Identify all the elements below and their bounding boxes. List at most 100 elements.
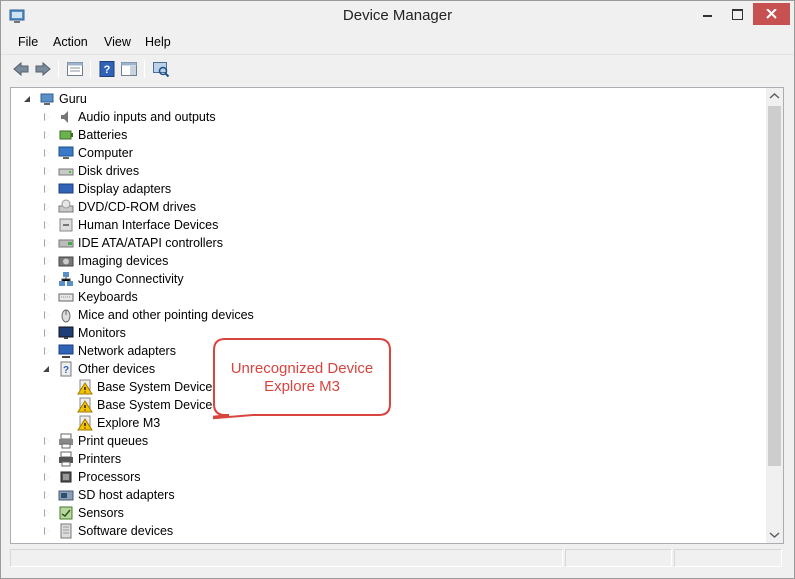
expand-chevron-icon[interactable]: [42, 256, 52, 266]
expand-chevron-icon[interactable]: [42, 454, 52, 464]
processor-icon: [60, 471, 72, 483]
help-icon[interactable]: ?: [98, 60, 116, 78]
tree-category-item[interactable]: IDE ATA/ATAPI controllers: [42, 234, 223, 252]
tree-item-label: Audio inputs and outputs: [78, 110, 216, 124]
scroll-down-icon[interactable]: [766, 526, 783, 543]
tree-category-item[interactable]: Print queues: [42, 432, 148, 450]
expand-chevron-icon[interactable]: [42, 490, 52, 500]
scan-hardware-icon[interactable]: [152, 60, 170, 78]
tree-category-item[interactable]: Processors: [42, 468, 141, 486]
tree-root-label: Guru: [59, 92, 87, 106]
computer-icon: [58, 146, 74, 159]
tree-item-label: Printers: [78, 452, 122, 466]
tree-item-label: Processors: [78, 470, 141, 484]
back-arrow-icon[interactable]: [12, 60, 30, 78]
vertical-scrollbar[interactable]: [766, 88, 783, 543]
tree-category-item[interactable]: Audio inputs and outputs: [42, 108, 216, 126]
tree-item-label: Software devices: [78, 524, 174, 538]
battery-icon: [59, 130, 73, 140]
tree-category-item[interactable]: Monitors: [42, 324, 126, 342]
expand-chevron-icon[interactable]: [42, 436, 52, 446]
menu-action[interactable]: Action: [53, 35, 88, 49]
menu-bar: File Action View Help: [1, 32, 794, 52]
tree-item-label: Mice and other pointing devices: [78, 308, 254, 322]
tree-item-label: Batteries: [78, 128, 128, 142]
expand-chevron-icon[interactable]: [42, 274, 52, 284]
forward-arrow-icon[interactable]: [34, 60, 52, 78]
device-tree[interactable]: Guru Audio inputs and outputs Batteries Com…: [10, 87, 784, 544]
keyboard-icon: [58, 293, 74, 302]
scrollbar-thumb[interactable]: [768, 106, 781, 466]
svg-text:?: ?: [104, 64, 111, 76]
warning-icon: [77, 415, 93, 431]
expand-chevron-icon[interactable]: [42, 166, 52, 176]
expand-chevron-icon[interactable]: [42, 238, 52, 248]
tree-item-label: Computer: [78, 146, 133, 160]
tree-category-item[interactable]: ? Other devices: [42, 360, 155, 378]
network-adapter-icon: [58, 344, 74, 358]
expand-chevron-icon[interactable]: [42, 292, 52, 302]
expand-chevron-icon[interactable]: [42, 472, 52, 482]
tree-category-item[interactable]: Network adapters: [42, 342, 176, 360]
tree-category-item[interactable]: Mice and other pointing devices: [42, 306, 254, 324]
menu-file[interactable]: File: [18, 35, 38, 49]
tree-category-item[interactable]: Display adapters: [42, 180, 171, 198]
maximize-button[interactable]: [724, 3, 750, 25]
tree-category-item[interactable]: Computer: [42, 144, 133, 162]
warning-icon: [77, 379, 93, 395]
expand-chevron-icon[interactable]: [42, 508, 52, 518]
expand-chevron-icon[interactable]: [42, 220, 52, 230]
window-title: Device Manager: [342, 7, 453, 24]
expand-chevron-icon[interactable]: [42, 112, 52, 122]
tree-category-item[interactable]: SD host adapters: [42, 486, 175, 504]
expand-chevron-icon[interactable]: [42, 184, 52, 194]
tree-device-item-unknown[interactable]: Base System Device: [61, 378, 212, 396]
printer-icon: [59, 451, 73, 467]
tree-category-item[interactable]: DVD/CD-ROM drives: [42, 198, 196, 216]
close-icon: [766, 9, 777, 19]
expand-chevron-icon[interactable]: [42, 202, 52, 212]
hid-icon: [59, 218, 73, 232]
close-button[interactable]: [753, 3, 790, 25]
toolbar-separator: [90, 60, 91, 78]
collapse-chevron-icon[interactable]: [23, 94, 33, 104]
tree-item-label: Other devices: [78, 362, 156, 376]
tree-category-item[interactable]: Keyboards: [42, 288, 138, 306]
tree-device-item-unknown[interactable]: Explore M3: [61, 414, 160, 432]
expand-chevron-icon[interactable]: [42, 310, 52, 320]
scroll-up-icon[interactable]: [766, 88, 783, 105]
expand-chevron-icon[interactable]: [42, 148, 52, 158]
tree-item-label: Disk drives: [78, 164, 140, 178]
tree-device-item-unknown[interactable]: Base System Device: [61, 396, 212, 414]
warning-icon: [77, 397, 93, 413]
tree-category-item[interactable]: Human Interface Devices: [42, 216, 218, 234]
tree-category-item[interactable]: Sensors: [42, 504, 124, 522]
tree-item-label: Explore M3: [97, 416, 161, 430]
print-queue-icon: [59, 433, 73, 449]
tree-item-label: Network adapters: [78, 344, 176, 358]
collapse-chevron-icon[interactable]: [42, 364, 52, 374]
menu-view[interactable]: View: [104, 35, 131, 49]
tree-root-node[interactable]: Guru: [23, 90, 87, 108]
tree-category-item[interactable]: Jungo Connectivity: [42, 270, 184, 288]
status-cell: [10, 549, 563, 567]
menu-help[interactable]: Help: [145, 35, 171, 49]
tree-category-item[interactable]: Disk drives: [42, 162, 139, 180]
expand-chevron-icon[interactable]: [42, 328, 52, 338]
tree-category-item[interactable]: Printers: [42, 450, 121, 468]
tree-category-item[interactable]: Imaging devices: [42, 252, 168, 270]
properties-pane-icon[interactable]: [66, 60, 84, 78]
expand-chevron-icon[interactable]: [42, 130, 52, 140]
minimize-button[interactable]: [694, 3, 720, 25]
action-pane-icon[interactable]: [120, 60, 138, 78]
display-adapter-icon: [58, 183, 74, 194]
expand-chevron-icon[interactable]: [42, 526, 52, 536]
toolbar-separator: [144, 60, 145, 78]
title-bar[interactable]: Device Manager: [1, 1, 794, 31]
tree-category-item[interactable]: Software devices: [42, 522, 173, 540]
status-bar: [10, 547, 784, 569]
expand-chevron-icon[interactable]: [42, 346, 52, 356]
computer-root-icon: [40, 93, 54, 105]
tree-category-item[interactable]: Batteries: [42, 126, 127, 144]
monitor-icon: [58, 326, 74, 339]
